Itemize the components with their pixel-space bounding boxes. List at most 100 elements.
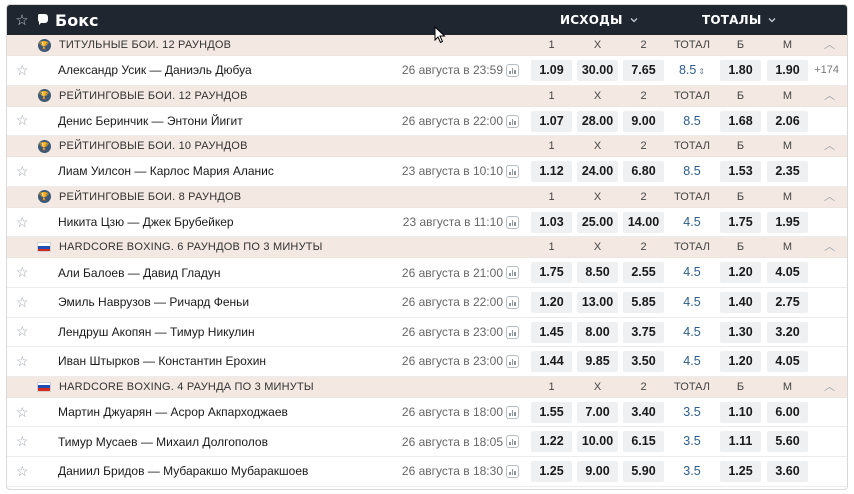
statistics-icon[interactable] (506, 114, 519, 128)
odd-over[interactable]: 1.20 (720, 351, 761, 373)
odd-away[interactable]: 5.90 (623, 460, 664, 482)
event-row[interactable]: ☆ Никита Цзю — Джек Брубейкер 23 августа в… (7, 207, 847, 238)
odd-under[interactable]: 3.20 (767, 321, 808, 343)
favorite-star-icon[interactable]: ☆ (16, 163, 29, 180)
odd-away[interactable]: 5.85 (623, 291, 664, 313)
total-value[interactable]: 3.5 (670, 431, 714, 452)
event-name[interactable]: Александр Усик — Даниэль Дюбуа (58, 63, 252, 77)
odd-home[interactable]: 1.44 (531, 351, 572, 373)
statistics-icon[interactable] (506, 325, 519, 339)
odd-draw[interactable]: 8.00 (577, 321, 618, 343)
statistics-icon[interactable] (506, 405, 519, 419)
chevron-up-icon[interactable]: ︿ (824, 136, 835, 157)
odd-over[interactable]: 1.30 (720, 321, 761, 343)
event-name[interactable]: Мартин Джуарян — Асрор Акпарходжаев (58, 405, 288, 419)
odd-under[interactable]: 3.60 (767, 460, 808, 482)
event-name[interactable]: Иван Штырков — Константин Ерохин (58, 354, 266, 368)
chevron-up-icon[interactable]: ︿ (824, 237, 835, 258)
odd-over[interactable]: 1.80 (720, 60, 761, 81)
group-header[interactable]: 🏆 РЕЙТИНГОВЫЕ БОИ. 8 РАУНДОВ 1 X 2 ТОТАЛ Б М ︿ (7, 186, 847, 208)
odd-over[interactable]: 1.25 (720, 460, 761, 482)
odd-away[interactable]: 9.00 (623, 110, 664, 132)
odd-under[interactable]: 2.35 (767, 161, 808, 183)
favorite-star-icon[interactable]: ☆ (11, 11, 33, 29)
statistics-icon[interactable] (506, 464, 519, 478)
odd-away[interactable]: 3.50 (623, 351, 664, 373)
odd-away[interactable]: 7.65 (623, 60, 664, 81)
statistics-icon[interactable] (506, 435, 519, 449)
group-header[interactable]: 🏆 РЕЙТИНГОВЫЕ БОИ. 10 РАУНДОВ 1 X 2 ТОТАЛ Б М ︿ (7, 136, 847, 158)
odd-draw[interactable]: 9.85 (577, 351, 618, 373)
odd-away[interactable]: 2.55 (623, 262, 664, 284)
odd-home[interactable]: 1.12 (531, 161, 572, 183)
event-name[interactable]: Али Балоев — Давид Гладун (58, 266, 220, 280)
odd-home[interactable]: 1.03 (531, 211, 572, 233)
more-markets-link[interactable]: +174 (814, 56, 839, 85)
chevron-up-icon[interactable]: ︿ (824, 377, 835, 398)
odd-draw[interactable]: 8.50 (577, 262, 618, 284)
total-value[interactable]: 8.5 ⇕ (670, 60, 714, 81)
statistics-icon[interactable] (506, 355, 519, 369)
totals-dropdown[interactable]: ТОТАЛЫ (702, 5, 777, 35)
event-name[interactable]: Лендруш Акопян — Тимур Никулин (58, 325, 255, 339)
event-name[interactable]: Денис Беринчик — Энтони Йигит (58, 114, 243, 128)
odd-under[interactable]: 4.05 (767, 351, 808, 373)
odd-draw[interactable]: 10.00 (577, 431, 618, 453)
outcomes-dropdown[interactable]: ИСХОДЫ (560, 5, 639, 35)
event-row[interactable]: ☆ Лендруш Акопян — Тимур Никулин 26 август… (7, 317, 847, 348)
total-value[interactable]: 3.5 (670, 461, 714, 482)
total-value[interactable]: 8.5 (670, 161, 714, 182)
chevron-up-icon[interactable]: ︿ (824, 187, 835, 208)
odd-draw[interactable]: 25.00 (577, 211, 618, 233)
favorite-star-icon[interactable]: ☆ (16, 294, 29, 311)
total-value[interactable]: 8.5 (670, 111, 714, 132)
event-row[interactable]: ☆ Лиам Уилсон — Карлос Мария Аланис 23 авг… (7, 157, 847, 187)
odd-away[interactable]: 14.00 (623, 211, 664, 233)
odd-under[interactable]: 1.90 (767, 60, 808, 81)
odd-draw[interactable]: 9.00 (577, 460, 618, 482)
total-value[interactable]: 4.5 (670, 262, 714, 283)
event-name[interactable]: Лиам Уилсон — Карлос Мария Аланис (58, 164, 274, 178)
odd-under[interactable]: 6.00 (767, 401, 808, 423)
odd-over[interactable]: 1.10 (720, 401, 761, 423)
event-row[interactable]: ☆ Даниил Бридов — Мубаракшо Мубаракшоев 26… (7, 456, 847, 487)
odd-home[interactable]: 1.75 (531, 262, 572, 284)
favorite-star-icon[interactable]: ☆ (16, 214, 29, 231)
group-header[interactable]: HARDCORE BOXING. 4 РАУНДА ПО 3 МИНУТЫ 1 X 2… (7, 376, 847, 398)
odd-over[interactable]: 1.53 (720, 161, 761, 183)
odd-home[interactable]: 1.45 (531, 321, 572, 343)
odd-under[interactable]: 5.60 (767, 431, 808, 453)
odd-under[interactable]: 2.75 (767, 291, 808, 313)
total-value[interactable]: 4.5 (670, 212, 714, 233)
statistics-icon[interactable] (506, 165, 519, 179)
favorite-star-icon[interactable]: ☆ (16, 112, 29, 129)
favorite-star-icon[interactable]: ☆ (16, 264, 29, 281)
chevron-up-icon[interactable]: ︿ (824, 35, 835, 56)
odd-draw[interactable]: 28.00 (577, 110, 618, 132)
group-header[interactable]: 🏆 РЕЙТИНГОВЫЕ БОИ. 12 РАУНДОВ 1 X 2 ТОТАЛ Б М ︿ (7, 85, 847, 107)
odd-away[interactable]: 3.40 (623, 401, 664, 423)
odd-home[interactable]: 1.09 (531, 60, 572, 81)
total-value[interactable]: 4.5 (670, 292, 714, 313)
odd-over[interactable]: 1.75 (720, 211, 761, 233)
odd-draw[interactable]: 7.00 (577, 401, 618, 423)
event-name[interactable]: Никита Цзю — Джек Брубейкер (58, 215, 234, 229)
event-row[interactable]: ☆ Мартин Джуарян — Асрор Акпарходжаев 26 а… (7, 397, 847, 428)
group-header[interactable]: HARDCORE BOXING. 6 РАУНДОВ ПО 3 МИНУТЫ 1 X… (7, 237, 847, 259)
odd-under[interactable]: 4.05 (767, 262, 808, 284)
odd-home[interactable]: 1.25 (531, 460, 572, 482)
total-value[interactable]: 4.5 (670, 351, 714, 372)
odd-away[interactable]: 6.15 (623, 431, 664, 453)
statistics-icon[interactable] (506, 295, 519, 309)
total-value[interactable]: 4.5 (670, 322, 714, 343)
event-name[interactable]: Даниил Бридов — Мубаракшо Мубаракшоев (58, 464, 308, 478)
statistics-icon[interactable] (506, 266, 519, 280)
statistics-icon[interactable] (506, 64, 519, 77)
favorite-star-icon[interactable]: ☆ (16, 463, 29, 480)
favorite-star-icon[interactable]: ☆ (16, 323, 29, 340)
odd-draw[interactable]: 24.00 (577, 161, 618, 183)
odd-over[interactable]: 1.68 (720, 110, 761, 132)
favorite-star-icon[interactable]: ☆ (16, 404, 29, 421)
event-row[interactable]: ☆ Иван Штырков — Константин Ерохин 26 авгу… (7, 347, 847, 377)
event-name[interactable]: Тимур Мусаев — Михаил Долгополов (58, 435, 268, 449)
